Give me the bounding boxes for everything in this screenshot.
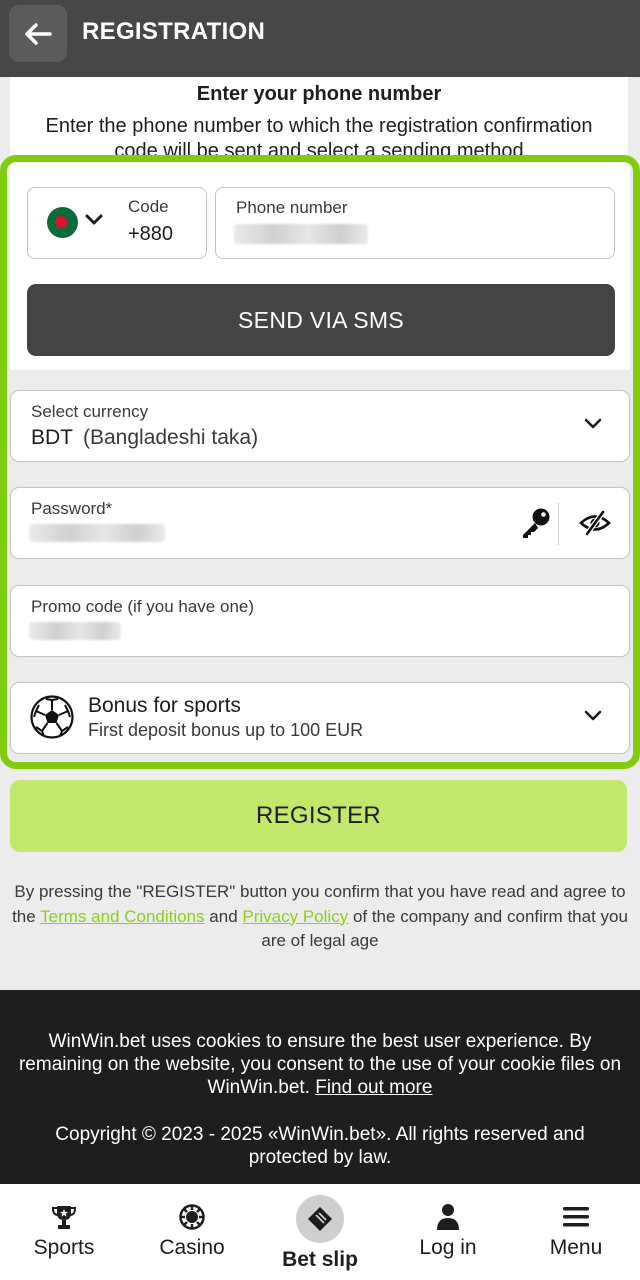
nav-log-in[interactable]: Log in [384, 1184, 512, 1280]
bangladesh-flag-icon [47, 207, 78, 238]
code-value: +880 [128, 223, 174, 245]
nav-menu-label: Menu [549, 1236, 603, 1259]
chevron-down-icon [584, 710, 602, 721]
chevron-down-icon [584, 418, 602, 429]
currency-code: BDT [31, 426, 73, 449]
bottom-navigation: Sports Casino Bet slip Log in Menu [0, 1184, 640, 1280]
currency-select[interactable]: Select currency BDT (Bangladeshi taka) [10, 390, 630, 462]
nav-sports[interactable]: Sports [0, 1184, 128, 1280]
nav-casino[interactable]: Casino [128, 1184, 256, 1280]
country-code-select[interactable]: Code +880 [27, 187, 207, 259]
hamburger-menu-icon [563, 1207, 589, 1227]
eye-slash-icon[interactable] [579, 510, 611, 536]
promo-code-field[interactable]: Promo code (if you have one) [10, 585, 630, 657]
code-label: Code [128, 197, 169, 216]
phone-number-value-blurred [234, 224, 368, 244]
currency-value: BDT (Bangladeshi taka) [31, 426, 258, 450]
promo-code-value-blurred [29, 622, 121, 640]
password-value-blurred [29, 524, 165, 542]
password-label: Password* [31, 499, 113, 518]
arrow-left-icon [25, 22, 52, 45]
key-icon[interactable] [519, 506, 553, 540]
nav-bet-slip[interactable]: Bet slip [256, 1184, 384, 1280]
divider [558, 503, 559, 545]
nav-sports-label: Sports [33, 1236, 95, 1259]
site-footer: WinWin.bet uses cookies to ensure the be… [0, 990, 640, 1184]
promo-code-label: Promo code (if you have one) [31, 597, 255, 616]
casino-chip-icon [179, 1204, 205, 1230]
phone-section: Code +880 Phone number SEND VIA SMS [10, 165, 630, 370]
chevron-down-icon [85, 214, 103, 225]
register-button[interactable]: REGISTER [10, 780, 627, 852]
copyright-text: Copyright © 2023 - 2025 «WinWin.bet». Al… [55, 1124, 585, 1168]
back-button[interactable] [9, 5, 67, 62]
ticket-icon [308, 1207, 332, 1231]
currency-name: (Bangladeshi taka) [83, 426, 259, 449]
nav-log-in-label: Log in [419, 1236, 477, 1259]
privacy-policy-link[interactable]: Privacy Policy [242, 907, 348, 926]
bonus-subtitle: First deposit bonus up to 100 EUR [88, 720, 364, 740]
cookie-notice: WinWin.bet uses cookies to ensure the be… [10, 1030, 630, 1099]
bonus-select[interactable]: Bonus for sports First deposit bonus up … [10, 682, 630, 754]
bonus-title: Bonus for sports [88, 694, 241, 717]
password-field[interactable]: Password* [10, 487, 630, 559]
intro-section: Enter your phone number Enter the phone … [10, 77, 628, 167]
trophy-icon [51, 1206, 77, 1229]
user-icon [437, 1204, 459, 1230]
currency-label: Select currency [31, 402, 149, 421]
soccer-ball-icon [30, 695, 74, 739]
legal-and: and [209, 906, 238, 926]
intro-title: Enter your phone number [196, 83, 442, 105]
nav-menu[interactable]: Menu [512, 1184, 640, 1280]
find-out-more-link[interactable]: Find out more [315, 1077, 432, 1098]
phone-number-label: Phone number [236, 198, 348, 217]
app-header: REGISTRATION [0, 0, 640, 77]
terms-link[interactable]: Terms and Conditions [40, 907, 204, 926]
nav-casino-label: Casino [159, 1236, 225, 1259]
page-title: REGISTRATION [82, 18, 266, 45]
nav-bet-slip-label: Bet slip [282, 1248, 358, 1271]
send-via-sms-button[interactable]: SEND VIA SMS [27, 284, 615, 356]
legal-notice: By pressing the "REGISTER" button you co… [6, 880, 634, 954]
highlighted-form: Code +880 Phone number SEND VIA SMS Sele… [0, 155, 640, 769]
phone-number-input[interactable]: Phone number [215, 187, 615, 259]
